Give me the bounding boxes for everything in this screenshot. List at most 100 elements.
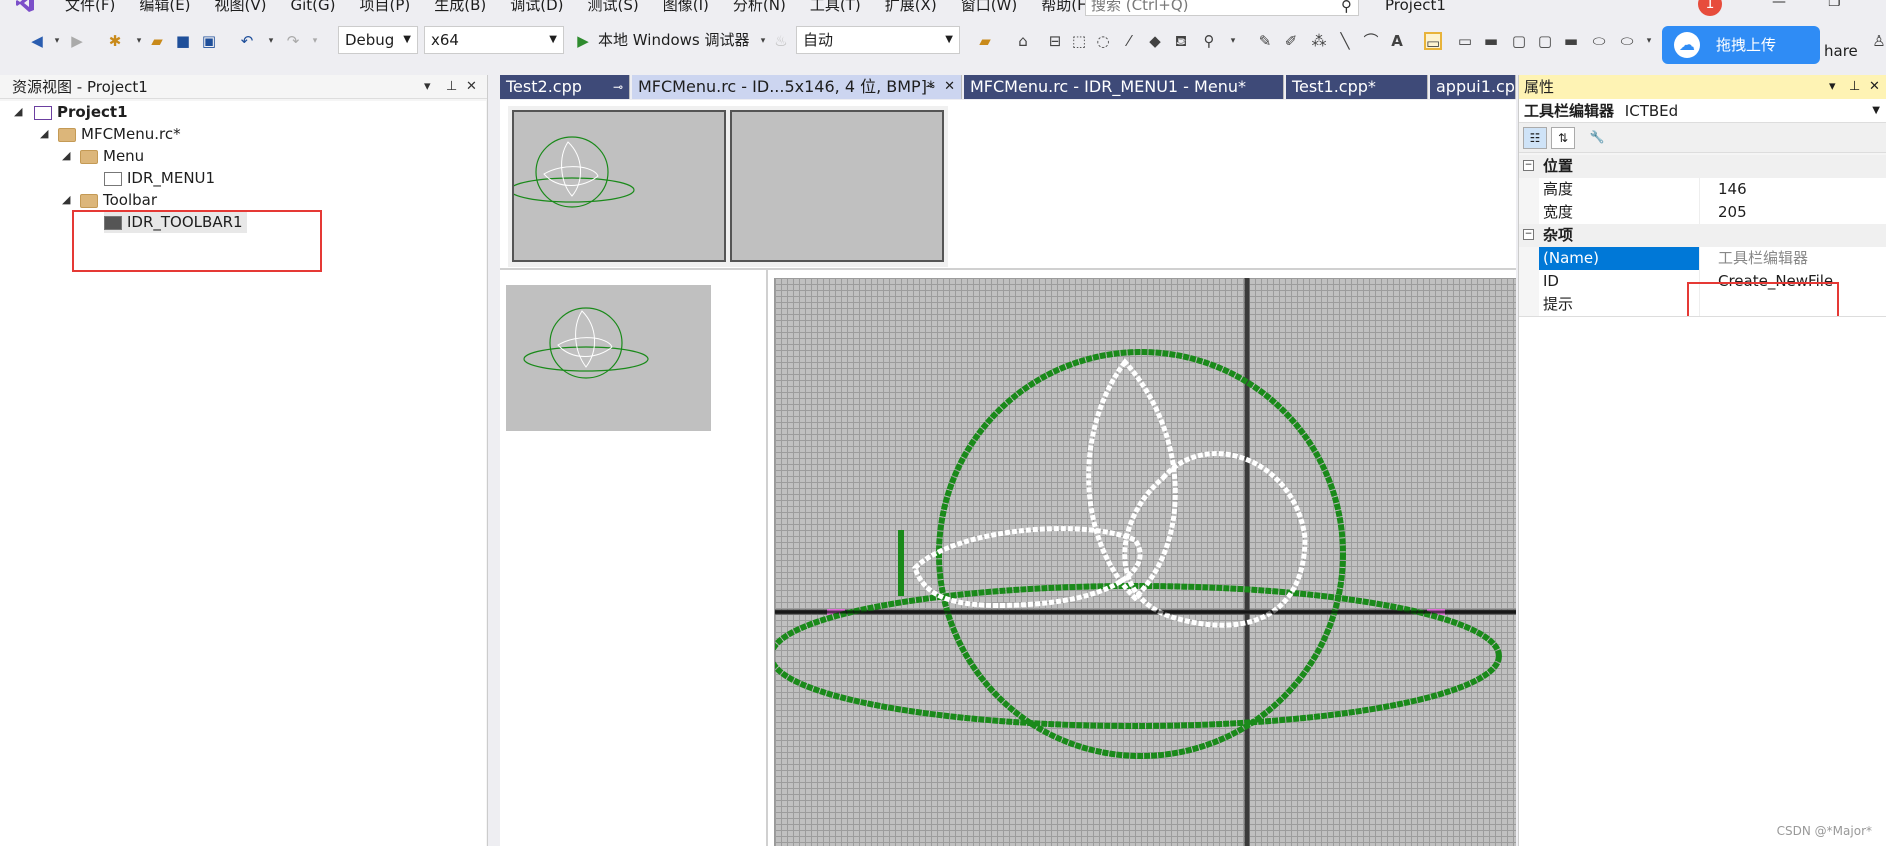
property-row-height[interactable]: 高度 146 (1519, 178, 1886, 201)
menu-extensions[interactable]: 扩展(X) (873, 0, 949, 14)
expanded-triangle-icon[interactable]: ◢ (14, 101, 22, 123)
forward-icon[interactable]: ▶ (68, 32, 86, 50)
tree-node-rc-file[interactable]: ◢ MFCMenu.rc* (40, 123, 181, 145)
menu-project[interactable]: 项目(P) (348, 0, 423, 14)
save-all-icon[interactable]: ▣ (200, 32, 218, 50)
platform-select[interactable]: x64 ▼ (424, 26, 564, 54)
new-project-icon[interactable]: ✱ (106, 32, 124, 50)
configuration-select[interactable]: Debug ▼ (338, 26, 418, 54)
image-icon[interactable]: ⌂ (1014, 32, 1032, 50)
vertical-splitter[interactable] (766, 270, 768, 846)
collapse-icon[interactable]: − (1523, 160, 1534, 171)
close-icon[interactable]: ✕ (944, 75, 955, 99)
pixel-canvas[interactable] (774, 278, 1516, 846)
pin-icon[interactable]: ⊥ (1849, 75, 1860, 99)
collapse-icon[interactable]: − (1523, 229, 1534, 240)
open-folder-icon[interactable]: ▰ (148, 32, 166, 50)
toolbar-overflow-icon[interactable]: ▾ (1640, 32, 1658, 50)
property-row-name[interactable]: (Name) 工具栏编辑器 (1519, 247, 1886, 270)
expanded-triangle-icon[interactable]: ◢ (62, 189, 70, 211)
redo-dropdown-icon[interactable]: ▾ (306, 32, 324, 50)
horizontal-splitter[interactable] (500, 268, 1516, 270)
categorized-icon[interactable]: ☷ (1523, 127, 1547, 149)
line-icon[interactable]: ╲ (1336, 32, 1354, 50)
save-icon[interactable]: ■ (174, 32, 192, 50)
rounded-rect-outline-icon[interactable]: ▢ (1536, 32, 1554, 50)
undo-dropdown-icon[interactable]: ▾ (262, 32, 280, 50)
menu-image[interactable]: 图像(I) (651, 0, 721, 14)
tab-appui1[interactable]: appui1.cpp (1430, 75, 1516, 99)
ellipse-outline-icon[interactable]: ⬭ (1618, 32, 1636, 50)
minimize-icon[interactable]: — (1772, 0, 1786, 10)
hot-reload-icon[interactable]: ♨ (772, 32, 790, 50)
tab-toolbar-bitmap[interactable]: MFCMenu.rc - ID...5x146, 4 位, BMP]* ⊸ ✕ (632, 75, 962, 99)
brush-icon[interactable]: ✐ (1282, 32, 1300, 50)
person-icon[interactable]: ♙ (1870, 32, 1886, 50)
pin-icon[interactable]: ⊸ (926, 75, 935, 99)
menu-window[interactable]: 窗口(W) (949, 0, 1030, 14)
pin-icon[interactable]: ⊥ (446, 75, 457, 99)
new-dropdown-icon[interactable]: ▾ (130, 32, 148, 50)
expanded-triangle-icon[interactable]: ◢ (40, 123, 48, 145)
rect-select-icon[interactable]: ⬚ (1070, 32, 1088, 50)
rectangle-filled-icon[interactable]: ▬ (1482, 32, 1500, 50)
share-label[interactable]: hare (1824, 42, 1858, 60)
ellipse-icon[interactable]: ⬭ (1590, 32, 1608, 50)
expanded-triangle-icon[interactable]: ◢ (62, 145, 70, 167)
eraser-icon[interactable]: ◆ (1146, 32, 1164, 50)
zoom-dropdown-icon[interactable]: ▾ (1224, 32, 1242, 50)
menu-debug[interactable]: 调试(D) (498, 0, 575, 14)
folder-search-icon[interactable]: ▰ (976, 32, 994, 50)
menu-test[interactable]: 测试(S) (576, 0, 651, 14)
menu-build[interactable]: 生成(B) (422, 0, 498, 14)
menu-edit[interactable]: 编辑(E) (127, 0, 202, 14)
zoom-icon[interactable]: ⚲ (1200, 32, 1218, 50)
object-selector[interactable]: 工具栏编辑器 ICTBEd ▼ (1519, 99, 1886, 123)
color-picker-icon[interactable]: ⁄ (1120, 32, 1138, 50)
close-icon[interactable]: ✕ (466, 75, 477, 99)
restore-icon[interactable]: ❐ (1828, 0, 1841, 10)
lasso-select-icon[interactable]: ◌ (1094, 32, 1112, 50)
tree-node-menu[interactable]: ◢ Menu (62, 145, 144, 167)
panel-menu-icon[interactable]: ▾ (424, 75, 431, 99)
rounded-rect-filled-icon[interactable]: ▬ (1562, 32, 1580, 50)
property-value[interactable]: 205 (1699, 201, 1886, 224)
alphabetical-icon[interactable]: ⇅ (1551, 127, 1575, 149)
search-input[interactable]: 搜索 (Ctrl+Q) ⚲ (1085, 0, 1359, 16)
tree-node-toolbar[interactable]: ◢ Toolbar (62, 189, 157, 211)
run-debugger-button[interactable]: 本地 Windows 调试器 (598, 26, 750, 54)
category-misc[interactable]: − 杂项 (1519, 224, 1886, 247)
menu-view[interactable]: 视图(V) (203, 0, 279, 14)
property-row-width[interactable]: 宽度 205 (1519, 201, 1886, 224)
text-icon[interactable]: A (1388, 32, 1406, 50)
tree-node-menu1[interactable]: IDR_MENU1 (104, 167, 215, 189)
menu-analyze[interactable]: 分析(N) (721, 0, 798, 14)
pin-icon[interactable]: ⊸ (613, 75, 623, 99)
back-icon[interactable]: ◀ (28, 32, 46, 50)
rectangle-outline-icon[interactable]: ▭ (1424, 32, 1442, 52)
upload-button[interactable]: ☁ 拖拽上传 (1662, 26, 1820, 64)
chevron-down-icon[interactable]: ▼ (1872, 99, 1880, 123)
tree-node-project[interactable]: ◢ Project1 (14, 101, 128, 123)
tab-menu1[interactable]: MFCMenu.rc - IDR_MENU1 - Menu* (964, 75, 1284, 99)
curve-icon[interactable]: ⌒ (1362, 32, 1380, 50)
notification-badge[interactable]: 1 (1698, 0, 1722, 16)
invert-icon[interactable]: ⊟ (1046, 32, 1064, 50)
run-icon[interactable]: ▶ (574, 32, 592, 50)
run-dropdown-icon[interactable]: ▾ (754, 32, 772, 50)
panel-menu-icon[interactable]: ▾ (1829, 75, 1836, 99)
pencil-icon[interactable]: ✎ (1256, 32, 1274, 50)
menu-file[interactable]: 文件(F) (53, 0, 127, 14)
wrench-icon[interactable]: 🔧 (1585, 127, 1609, 149)
back-dropdown-icon[interactable]: ▾ (48, 32, 66, 50)
airbrush-icon[interactable]: ⁂ (1310, 32, 1328, 50)
undo-icon[interactable]: ↶ (238, 32, 256, 50)
toolbar-button-preview-2[interactable] (730, 110, 944, 262)
menu-git[interactable]: Git(G) (279, 0, 348, 14)
redo-icon[interactable]: ↷ (284, 32, 302, 50)
toolbar-button-preview-1[interactable] (509, 110, 726, 262)
rectangle-fill-outline-icon[interactable]: ▭ (1456, 32, 1474, 50)
tab-test1[interactable]: Test1.cpp* (1286, 75, 1428, 99)
tab-test2[interactable]: Test2.cpp ⊸ (500, 75, 630, 99)
category-position[interactable]: − 位置 (1519, 155, 1886, 178)
